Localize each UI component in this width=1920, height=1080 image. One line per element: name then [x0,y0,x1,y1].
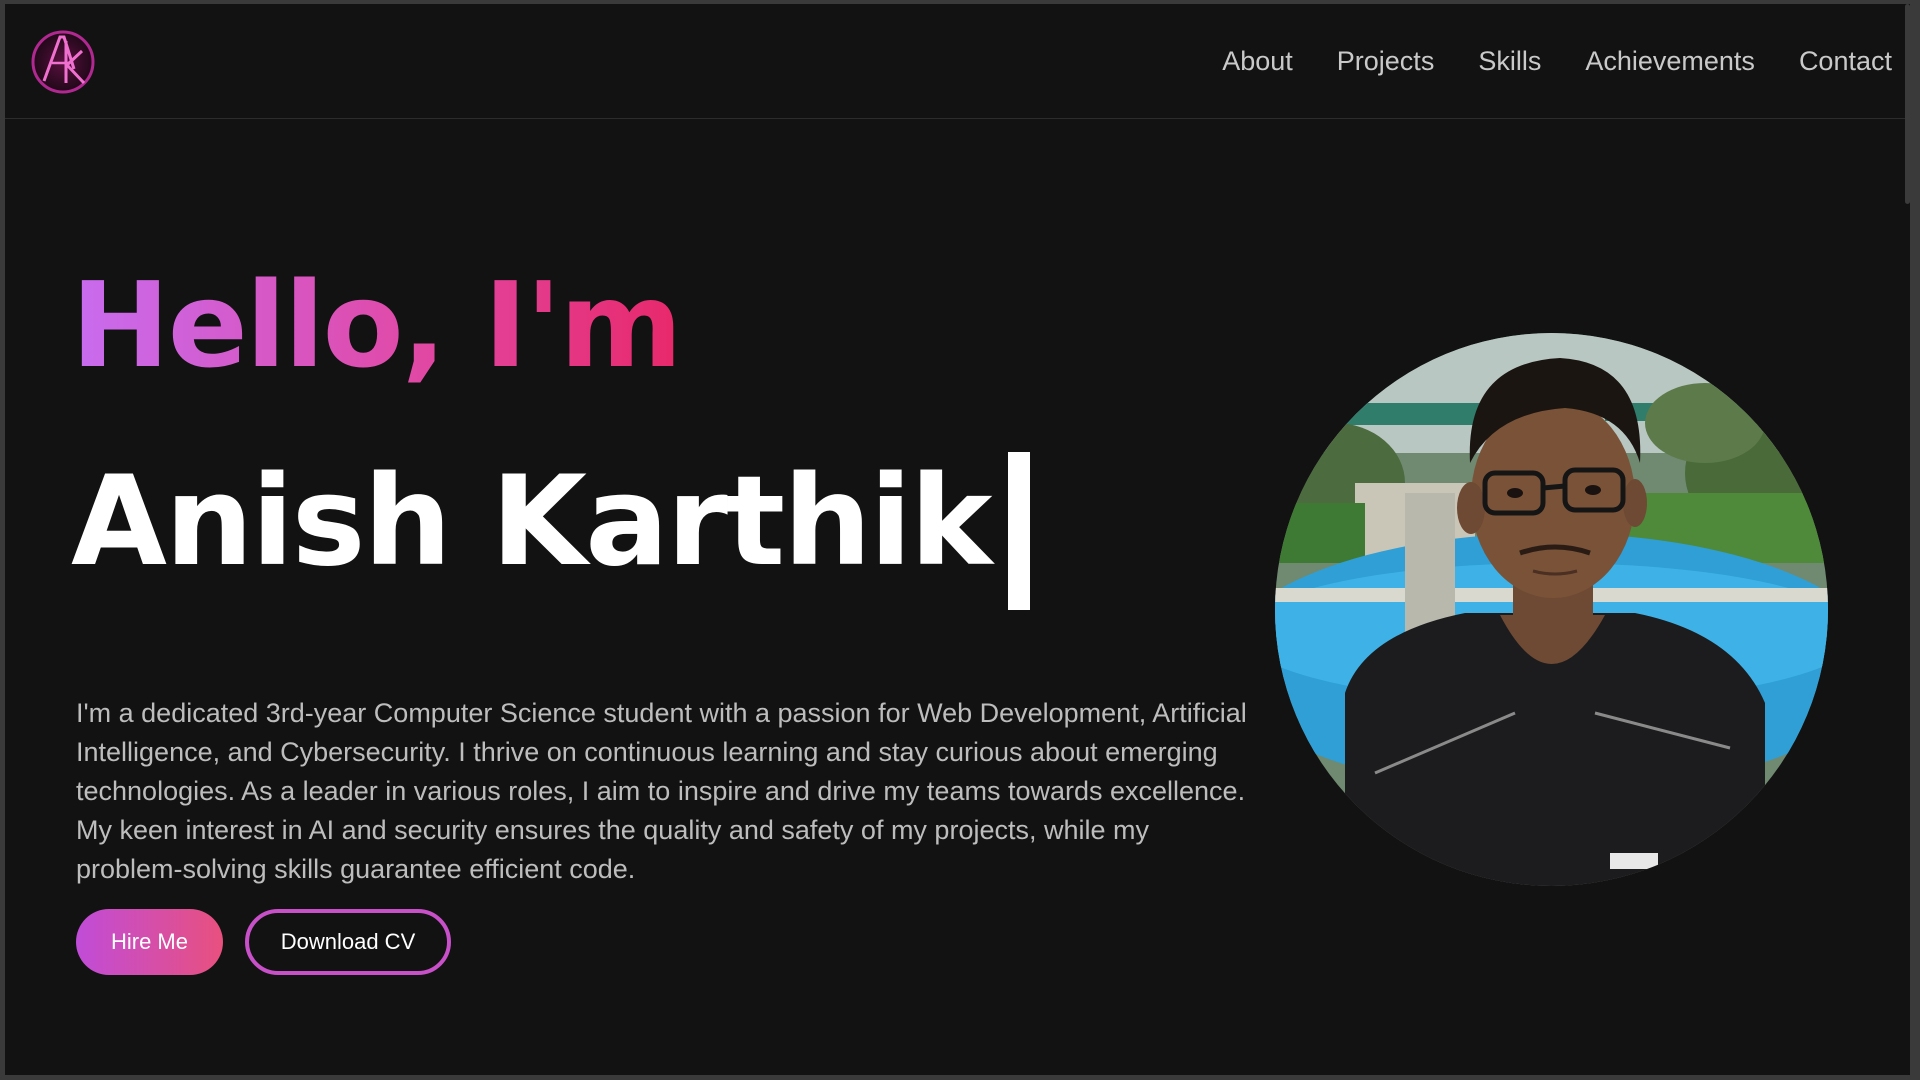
navbar: About Projects Skills Achievements Conta… [5,4,1910,119]
page-frame: About Projects Skills Achievements Conta… [5,4,1910,1075]
scrollbar[interactable] [1905,4,1910,204]
hero-buttons: Hire Me Download CV [76,909,451,975]
hero-name: Anish Karthik [71,450,992,594]
nav-achievements-link[interactable]: Achievements [1585,46,1755,77]
hero-bio: I'm a dedicated 3rd-year Computer Scienc… [76,698,1247,884]
nav-links: About Projects Skills Achievements Conta… [1222,4,1892,118]
ak-monogram-logo[interactable] [30,29,96,95]
nav-about-link[interactable]: About [1222,46,1293,77]
download-cv-button[interactable]: Download CV [245,909,451,975]
hire-me-button[interactable]: Hire Me [76,909,223,975]
nav-skills-link[interactable]: Skills [1478,46,1541,77]
nav-projects-link[interactable]: Projects [1337,46,1435,77]
nav-contact-link[interactable]: Contact [1799,46,1892,77]
typing-cursor [1008,452,1031,610]
hero-greeting: Hello, I'm [71,256,683,394]
profile-photo [1275,333,1828,886]
hero-name-line: Anish Karthik [71,450,1031,610]
